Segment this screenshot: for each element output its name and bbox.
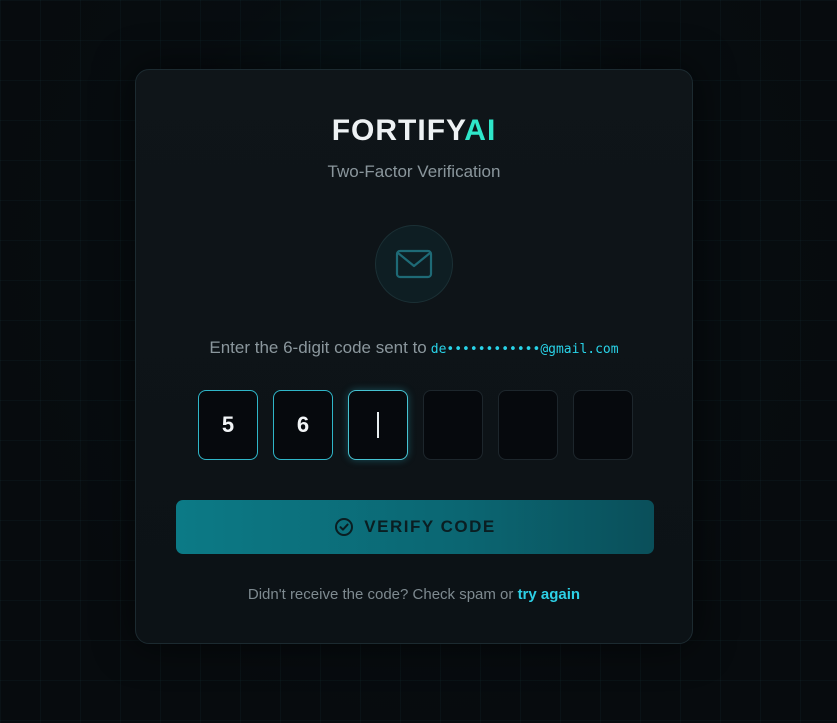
instruction-text: Enter the 6-digit code sent to de••••••••… bbox=[136, 338, 692, 360]
try-again-link[interactable]: try again bbox=[518, 586, 581, 603]
verify-code-button[interactable]: VERIFY CODE bbox=[176, 500, 654, 554]
instruction-label: Enter the 6-digit code sent to bbox=[209, 338, 427, 357]
otp-digit-4[interactable] bbox=[423, 390, 483, 460]
footer-text: Didn't receive the code? Check spam or bbox=[247, 586, 514, 603]
page-subtitle: Two-Factor Verification bbox=[327, 162, 501, 181]
text-caret bbox=[377, 412, 379, 438]
masked-email: de••••••••••••@gmail.com bbox=[430, 342, 619, 357]
otp-digit-1[interactable]: 5 bbox=[198, 390, 258, 460]
check-circle-icon bbox=[335, 518, 354, 536]
mail-icon bbox=[395, 249, 433, 279]
mail-icon-container bbox=[375, 225, 453, 303]
verify-button-label: VERIFY CODE bbox=[364, 517, 496, 536]
brand-name-accent: AI bbox=[464, 114, 497, 147]
verification-card: FORTIFYAI Two-Factor Verification Enter … bbox=[135, 69, 693, 644]
otp-digit-1-value: 5 bbox=[221, 412, 235, 437]
otp-digit-2-value: 6 bbox=[296, 412, 310, 437]
brand-name-main: FORTIFY bbox=[331, 114, 465, 147]
otp-digit-3[interactable] bbox=[348, 390, 408, 460]
otp-digit-2[interactable]: 6 bbox=[273, 390, 333, 460]
resend-footer: Didn't receive the code? Check spam or t… bbox=[136, 586, 692, 604]
brand-logo: FORTIFYAI bbox=[136, 114, 692, 148]
otp-digit-5[interactable] bbox=[498, 390, 558, 460]
otp-digit-6[interactable] bbox=[573, 390, 633, 460]
